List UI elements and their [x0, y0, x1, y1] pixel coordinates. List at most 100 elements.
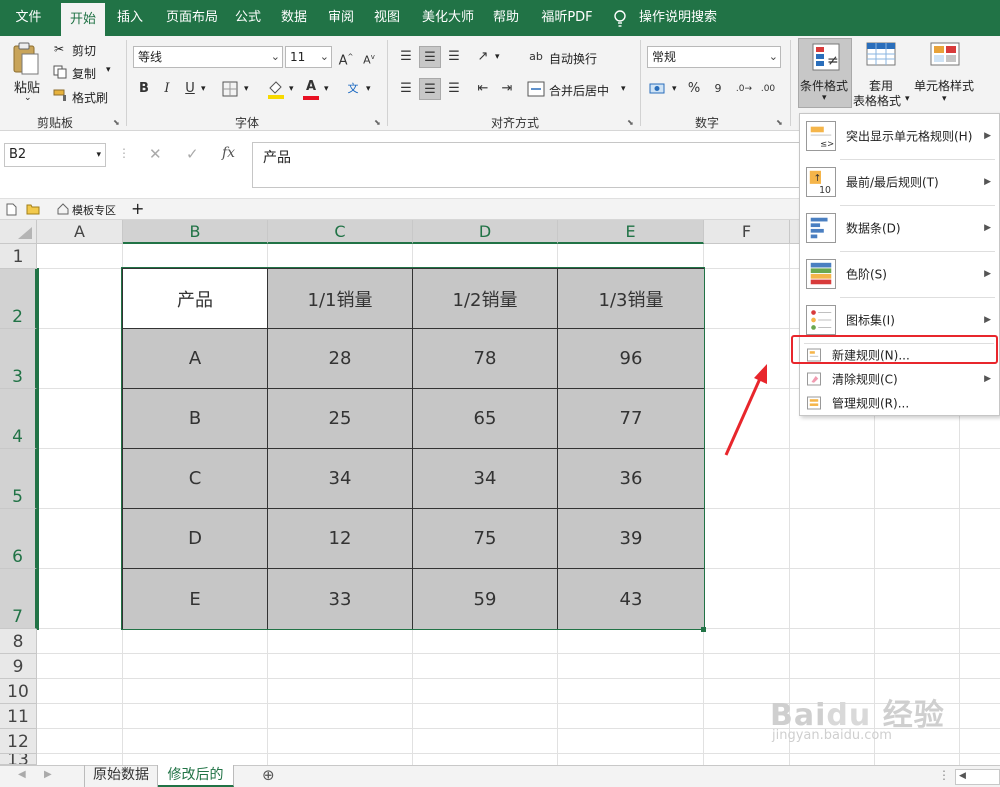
- new-file-icon[interactable]: [6, 203, 18, 216]
- cut-button[interactable]: 剪切: [72, 42, 96, 59]
- table-cell[interactable]: 65: [413, 389, 558, 449]
- merge-dropdown-icon[interactable]: ▾: [621, 84, 626, 94]
- phonetic-button[interactable]: 文: [342, 78, 364, 100]
- format-painter-button[interactable]: 格式刷: [72, 89, 108, 106]
- tab-view[interactable]: 视图: [365, 0, 409, 36]
- select-all-button[interactable]: [0, 220, 37, 244]
- table-cell[interactable]: 96: [558, 329, 704, 389]
- paste-dropdown-icon[interactable]: ⌄: [24, 93, 32, 103]
- cell-styles-button[interactable]: 单元格样式: [914, 77, 974, 94]
- table-cell[interactable]: 12: [268, 509, 413, 569]
- table-header-cell[interactable]: 1/3销量: [558, 269, 704, 329]
- number-launcher-icon[interactable]: ⬊: [776, 118, 783, 127]
- tab-beautify-master[interactable]: 美化大师: [414, 0, 482, 36]
- tab-help[interactable]: 帮助: [484, 0, 528, 36]
- bold-button[interactable]: B: [133, 78, 155, 100]
- fill-color-dropdown-icon[interactable]: ▾: [289, 84, 294, 94]
- sheet-tab-modified[interactable]: 修改后的: [158, 765, 234, 787]
- scroll-right-icon[interactable]: ▶: [44, 769, 52, 780]
- table-cell[interactable]: 36: [558, 449, 704, 509]
- menu-item-manage-rules[interactable]: 管理规则(R)...: [800, 391, 999, 415]
- add-tab-button[interactable]: +: [131, 199, 144, 218]
- decrease-indent-icon[interactable]: ⇤: [472, 78, 494, 100]
- percent-button[interactable]: %: [683, 78, 705, 100]
- row-header-7[interactable]: 7: [0, 569, 37, 629]
- underline-button[interactable]: U: [179, 78, 201, 100]
- table-cell[interactable]: 34: [268, 449, 413, 509]
- increase-decimal-icon[interactable]: .0→: [733, 78, 755, 100]
- template-zone-tab[interactable]: 模板专区: [72, 202, 116, 218]
- font-name-combo[interactable]: 等线 ⌄: [133, 46, 283, 68]
- column-header-a[interactable]: A: [37, 220, 123, 244]
- column-header-e[interactable]: E: [558, 220, 704, 244]
- comma-style-button[interactable]: 9: [707, 78, 729, 100]
- table-cell[interactable]: C: [123, 449, 268, 509]
- formula-input[interactable]: 产品: [252, 142, 802, 188]
- paste-icon[interactable]: [12, 42, 40, 76]
- insert-function-button[interactable]: fx: [222, 145, 235, 161]
- phonetic-dropdown-icon[interactable]: ▾: [366, 84, 371, 94]
- menu-item-clear-rules[interactable]: 清除规则(C) ▶: [800, 367, 999, 391]
- alignment-launcher-icon[interactable]: ⬊: [627, 118, 634, 127]
- fill-handle[interactable]: [701, 627, 706, 632]
- menu-item-data-bars[interactable]: 数据条(D) ▶: [800, 208, 999, 248]
- row-header-3[interactable]: 3: [0, 329, 37, 389]
- align-right-icon[interactable]: ☰: [443, 78, 465, 100]
- table-cell[interactable]: 78: [413, 329, 558, 389]
- decrease-decimal-icon[interactable]: .00: [757, 78, 779, 100]
- underline-dropdown-icon[interactable]: ▾: [201, 84, 206, 94]
- wrap-text-button[interactable]: 自动换行: [549, 50, 597, 67]
- row-header-2[interactable]: 2: [0, 269, 37, 329]
- tab-formulas[interactable]: 公式: [226, 0, 270, 36]
- table-cell[interactable]: 28: [268, 329, 413, 389]
- table-cell[interactable]: 25: [268, 389, 413, 449]
- row-header-13[interactable]: 13: [0, 754, 37, 765]
- row-header-4[interactable]: 4: [0, 389, 37, 449]
- font-color-dropdown-icon[interactable]: ▾: [324, 84, 329, 94]
- row-header-9[interactable]: 9: [0, 654, 37, 679]
- italic-button[interactable]: I: [156, 78, 178, 100]
- menu-item-new-rule[interactable]: 新建规则(N)...: [800, 343, 999, 367]
- table-header-cell[interactable]: 1/2销量: [413, 269, 558, 329]
- table-header-cell[interactable]: 1/1销量: [268, 269, 413, 329]
- menu-item-highlight-cells-rules[interactable]: ≤> 突出显示单元格规则(H) ▶: [800, 116, 999, 156]
- table-cell[interactable]: 39: [558, 509, 704, 569]
- cancel-icon[interactable]: ✕: [149, 145, 162, 163]
- align-middle-icon[interactable]: ☰: [419, 46, 441, 68]
- grow-font-button[interactable]: A^: [335, 46, 357, 68]
- font-launcher-icon[interactable]: ⬊: [374, 118, 381, 127]
- menu-item-color-scales[interactable]: 色阶(S) ▶: [800, 254, 999, 294]
- table-cell[interactable]: 75: [413, 509, 558, 569]
- horizontal-scrollbar[interactable]: ◀: [955, 769, 1000, 785]
- table-cell[interactable]: 77: [558, 389, 704, 449]
- clipboard-launcher-icon[interactable]: ⬊: [113, 118, 120, 127]
- number-format-combo[interactable]: 常规 ⌄: [647, 46, 781, 68]
- sheet-tab-original-data[interactable]: 原始数据: [84, 765, 158, 787]
- increase-indent-icon[interactable]: ⇥: [496, 78, 518, 100]
- tab-foxit-pdf[interactable]: 福昕PDF: [533, 0, 601, 36]
- menu-item-top-bottom-rules[interactable]: ↑ 10 最前/最后规则(T) ▶: [800, 162, 999, 202]
- shrink-font-button[interactable]: Av: [358, 46, 380, 68]
- column-header-c[interactable]: C: [268, 220, 413, 244]
- row-header-1[interactable]: 1: [0, 244, 37, 269]
- tab-insert[interactable]: 插入: [108, 0, 152, 36]
- tab-file[interactable]: 文件: [0, 0, 57, 36]
- table-cell[interactable]: 33: [268, 569, 413, 629]
- column-header-d[interactable]: D: [413, 220, 558, 244]
- scroll-left-arrow-icon[interactable]: ◀: [959, 771, 966, 781]
- copy-button[interactable]: 复制: [72, 65, 96, 82]
- folder-icon[interactable]: [26, 203, 40, 215]
- row-header-12[interactable]: 12: [0, 729, 37, 754]
- tab-splitter-icon[interactable]: ⋮: [938, 768, 950, 782]
- table-cell[interactable]: D: [123, 509, 268, 569]
- borders-dropdown-icon[interactable]: ▾: [244, 84, 249, 94]
- row-header-10[interactable]: 10: [0, 679, 37, 704]
- conditional-formatting-button[interactable]: ≠ 条件格式 ▾: [798, 38, 852, 108]
- copy-dropdown-icon[interactable]: ▾: [106, 65, 111, 75]
- orientation-dropdown-icon[interactable]: ▾: [495, 52, 500, 62]
- row-header-11[interactable]: 11: [0, 704, 37, 729]
- table-header-cell[interactable]: 产品: [123, 269, 268, 329]
- align-bottom-icon[interactable]: ☰: [443, 46, 465, 68]
- name-box[interactable]: B2 ▾: [4, 143, 106, 167]
- tab-review[interactable]: 审阅: [319, 0, 363, 36]
